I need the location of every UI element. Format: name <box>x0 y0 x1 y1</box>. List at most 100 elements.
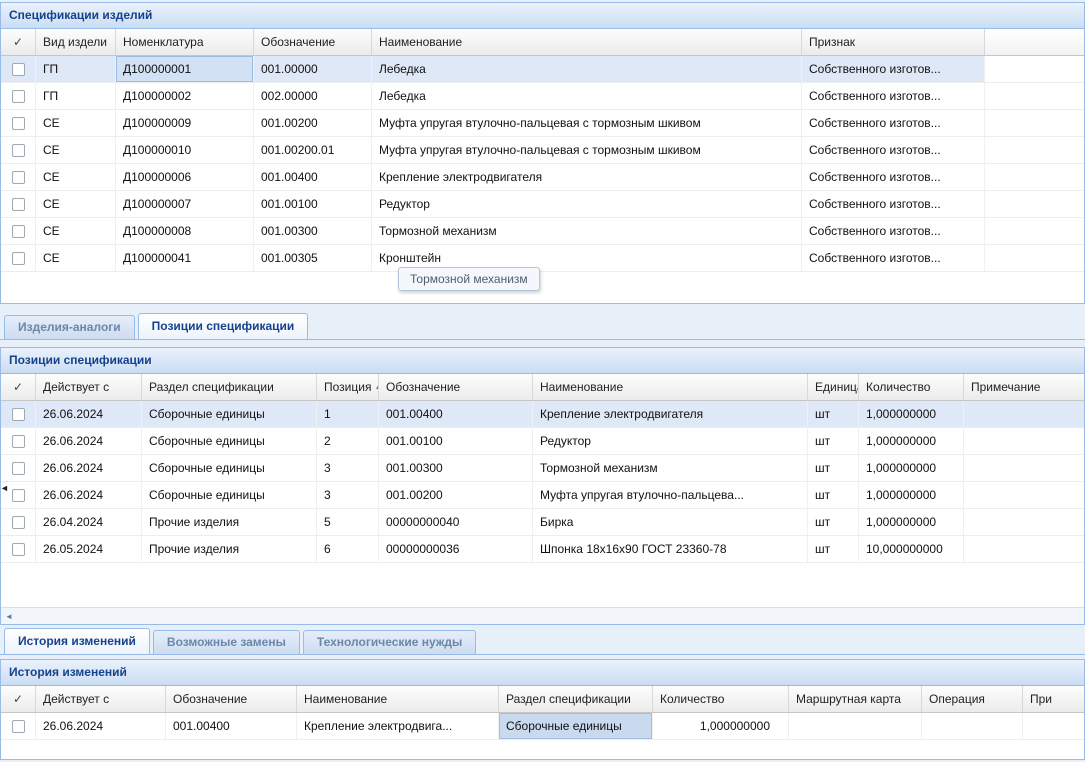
grid-row[interactable]: ГПД100000001001.00000ЛебедкаСобственного… <box>1 56 1084 83</box>
column-header[interactable]: Номенклатура <box>116 29 254 55</box>
grid-cell: 1,000000000 <box>859 482 964 508</box>
row-filler <box>985 56 1084 82</box>
grid-row[interactable]: 26.04.2024Прочие изделия500000000040Бирк… <box>1 509 1084 536</box>
column-header[interactable]: Единица <box>808 374 859 400</box>
grid-row[interactable]: СЕД100000007001.00100РедукторСобственног… <box>1 191 1084 218</box>
grid-cell: Собственного изготов... <box>802 245 985 271</box>
row-filler <box>985 83 1084 109</box>
column-header[interactable]: Раздел спецификации <box>142 374 317 400</box>
row-checkbox[interactable] <box>12 117 25 130</box>
grid-body: 26.06.2024001.00400Крепление электродвиг… <box>1 713 1084 740</box>
row-checkbox[interactable] <box>12 198 25 211</box>
row-checkbox[interactable] <box>12 144 25 157</box>
tab-tech-needs[interactable]: Технологические нужды <box>303 630 476 654</box>
grid-row[interactable]: СЕД100000009001.00200Муфта упругая втуло… <box>1 110 1084 137</box>
grid-cell: Сборочные единицы <box>142 455 317 481</box>
grid-cell <box>789 713 922 739</box>
grid-row[interactable]: ГПД100000002002.00000ЛебедкаСобственного… <box>1 83 1084 110</box>
row-checkbox[interactable] <box>12 408 25 421</box>
column-header-label: Обозначение <box>173 692 247 706</box>
tab-products-analogs[interactable]: Изделия-аналоги <box>4 315 135 339</box>
column-header[interactable]: Наименование <box>372 29 802 55</box>
tab-change-history[interactable]: История изменений <box>4 628 150 654</box>
grid-cell <box>964 509 1085 535</box>
row-checkbox[interactable] <box>12 225 25 238</box>
row-checkbox[interactable] <box>12 462 25 475</box>
grid-row[interactable]: 26.06.2024Сборочные единицы3001.00300Тор… <box>1 455 1084 482</box>
grid-row[interactable]: 26.05.2024Прочие изделия600000000036Шпон… <box>1 536 1084 563</box>
grid-cell: 1,000000000 <box>653 713 789 739</box>
grid-row[interactable]: 26.06.2024001.00400Крепление электродвиг… <box>1 713 1084 740</box>
grid-cell: Крепление электродвигателя <box>372 164 802 190</box>
row-checkbox[interactable] <box>12 252 25 265</box>
grid-cell: шт <box>808 401 859 427</box>
row-checkbox[interactable] <box>12 63 25 76</box>
grid-cell: 3 <box>317 455 379 481</box>
select-all-header[interactable]: ✓ <box>1 29 36 55</box>
grid-row[interactable]: 26.06.2024Сборочные единицы1001.00400Кре… <box>1 401 1084 428</box>
grid-cell: 001.00300 <box>254 218 372 244</box>
column-header[interactable]: Примечание <box>964 374 1085 400</box>
grid-cell: 26.06.2024 <box>36 428 142 454</box>
column-header[interactable]: Наименование <box>533 374 808 400</box>
column-header[interactable]: Количество <box>859 374 964 400</box>
grid-cell: 26.04.2024 <box>36 509 142 535</box>
tab-spec-positions[interactable]: Позиции спецификации <box>138 313 309 339</box>
column-header[interactable]: Вид издели <box>36 29 116 55</box>
column-header[interactable]: Признак <box>802 29 985 55</box>
header-filler <box>985 29 1084 55</box>
column-header[interactable]: Обозначение <box>166 686 297 712</box>
column-header[interactable]: Раздел спецификации <box>499 686 653 712</box>
horizontal-scrollbar[interactable]: ◄ <box>1 607 1084 624</box>
checkbox-cell <box>1 713 36 739</box>
column-header[interactable]: При <box>1023 686 1085 712</box>
select-all-header[interactable]: ✓ <box>1 374 36 400</box>
grid-row[interactable]: СЕД100000041001.00305КронштейнСобственно… <box>1 245 1084 272</box>
column-header[interactable]: Позиция▲ <box>317 374 379 400</box>
grid-cell: 001.00400 <box>379 401 533 427</box>
grid-row[interactable]: 26.06.2024Сборочные единицы3001.00200Муф… <box>1 482 1084 509</box>
grid-row[interactable]: СЕД100000008001.00300Тормозной механизмС… <box>1 218 1084 245</box>
grid-cell: Сборочные единицы <box>142 428 317 454</box>
grid-cell: шт <box>808 509 859 535</box>
grid-cell: 001.00200 <box>254 110 372 136</box>
grid-row[interactable]: СЕД100000006001.00400Крепление электродв… <box>1 164 1084 191</box>
checkbox-cell <box>1 110 36 136</box>
row-checkbox[interactable] <box>12 543 25 556</box>
grid-cell: Муфта упругая втулочно-пальцевая с тормо… <box>372 137 802 163</box>
column-header[interactable]: Действует с <box>36 374 142 400</box>
grid-cell: Д100000006 <box>116 164 254 190</box>
row-checkbox[interactable] <box>12 489 25 502</box>
column-header[interactable]: Обозначение <box>379 374 533 400</box>
grid-cell: Собственного изготов... <box>802 83 985 109</box>
row-checkbox[interactable] <box>12 90 25 103</box>
row-checkbox[interactable] <box>12 435 25 448</box>
select-all-header[interactable]: ✓ <box>1 686 36 712</box>
grid-cell: СЕ <box>36 110 116 136</box>
column-header[interactable]: Наименование <box>297 686 499 712</box>
row-checkbox[interactable] <box>12 516 25 529</box>
grid-cell: Крепление электродвига... <box>297 713 499 739</box>
scroll-left-icon[interactable]: ◄ <box>1 612 17 621</box>
splitter-collapse-icon[interactable]: ◄ <box>0 483 9 493</box>
column-header[interactable]: Операция <box>922 686 1023 712</box>
grid-cell: ГП <box>36 83 116 109</box>
row-checkbox[interactable] <box>12 171 25 184</box>
row-checkbox[interactable] <box>12 720 25 733</box>
grid-cell: 1 <box>317 401 379 427</box>
column-header[interactable]: Действует с <box>36 686 166 712</box>
grid-cell: Редуктор <box>372 191 802 217</box>
column-header[interactable]: Количество <box>653 686 789 712</box>
grid-cell: 26.05.2024 <box>36 536 142 562</box>
column-header[interactable]: Маршрутная карта <box>789 686 922 712</box>
middle-tab-strip: Изделия-аналоги Позиции спецификации <box>0 312 1085 340</box>
checkbox-cell <box>1 83 36 109</box>
tab-possible-replacements[interactable]: Возможные замены <box>153 630 300 654</box>
products-panel-title: Спецификации изделий <box>1 3 1084 29</box>
column-header-label: Наименование <box>379 35 462 49</box>
grid-cell: 1,000000000 <box>859 428 964 454</box>
grid-row[interactable]: 26.06.2024Сборочные единицы2001.00100Ред… <box>1 428 1084 455</box>
column-header[interactable]: Обозначение <box>254 29 372 55</box>
grid-row[interactable]: СЕД100000010001.00200.01Муфта упругая вт… <box>1 137 1084 164</box>
grid-cell: Крепление электродвигателя <box>533 401 808 427</box>
